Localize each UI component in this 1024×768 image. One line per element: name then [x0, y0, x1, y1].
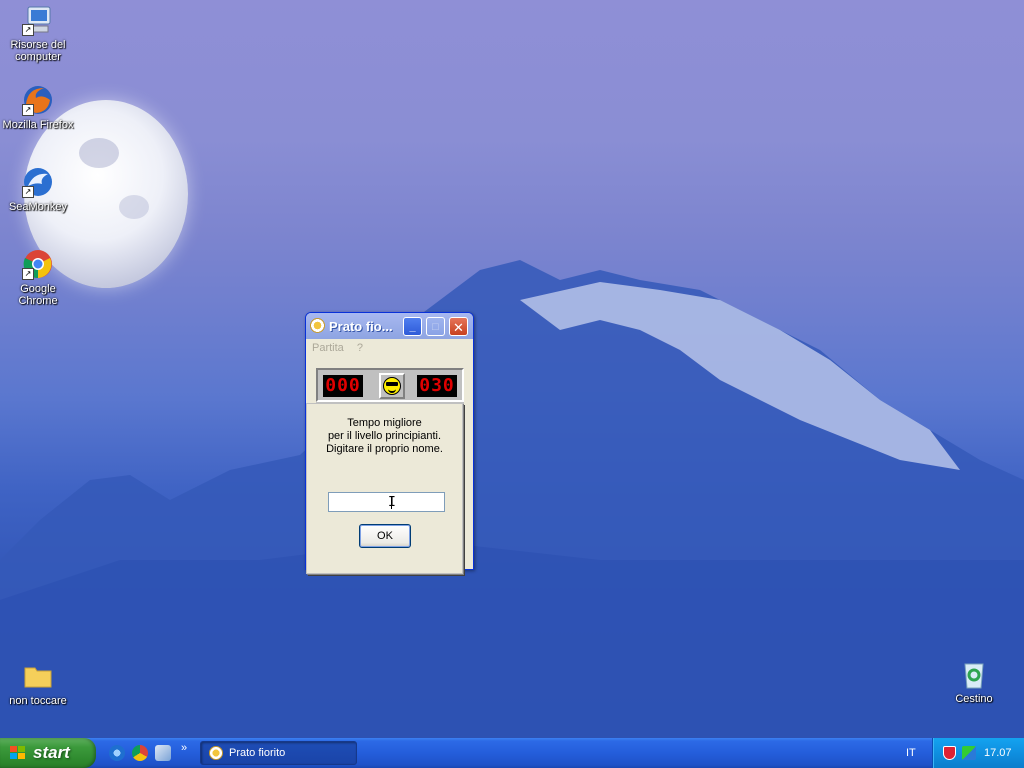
chrome-quicklaunch-icon[interactable] [132, 745, 148, 761]
minimize-button[interactable]: _ [403, 317, 422, 336]
my-computer-icon: ↗ [22, 4, 54, 36]
flower-icon [209, 746, 223, 760]
close-icon: ✕ [453, 320, 464, 335]
desktop-icon-firefox[interactable]: ↗ Mozilla Firefox [0, 84, 76, 131]
desktop-icon-label: Risorse del [10, 39, 66, 51]
taskbar-button-prato-fiorito[interactable]: Prato fiorito [200, 741, 357, 765]
start-label: start [33, 743, 70, 762]
taskbar-button-label: Prato fiorito [229, 747, 286, 759]
clock[interactable]: 17.07 [984, 738, 1012, 768]
show-desktop-icon[interactable] [155, 745, 171, 761]
system-tray: 17.07 [932, 738, 1024, 768]
menu-bar: Partita ? [306, 339, 473, 357]
desktop-icon-chrome[interactable]: ↗ Google Chrome [0, 248, 76, 307]
desktop-icon-label: computer [15, 51, 61, 63]
network-icon[interactable] [962, 746, 976, 760]
quicklaunch-more-icon[interactable]: » [181, 742, 187, 754]
menu-help[interactable]: ? [357, 342, 363, 354]
window-title: Prato fio... [329, 319, 393, 334]
dialog-message-line: Tempo migliore [347, 417, 422, 429]
ok-button[interactable]: OK [359, 524, 411, 548]
timer-counter: 030 [417, 375, 457, 397]
desktop-icon-folder[interactable]: non toccare [0, 660, 76, 707]
minimize-icon: _ [409, 321, 416, 333]
game-status-panel: 000 030 [316, 368, 464, 402]
dialog-message: Tempo migliore per il livello principian… [307, 404, 462, 456]
maximize-icon: □ [432, 321, 439, 333]
new-game-button[interactable] [379, 373, 405, 399]
language-indicator[interactable]: IT [906, 738, 916, 768]
desktop-icon-label: Mozilla Firefox [2, 119, 74, 131]
security-shield-icon[interactable] [943, 746, 956, 760]
mountain-silhouette [0, 260, 1024, 768]
dialog-message-line: per il livello principianti. [327, 430, 442, 442]
close-button[interactable]: ✕ [449, 317, 468, 336]
cool-smiley-icon [383, 377, 401, 395]
best-time-dialog: Tempo migliore per il livello principian… [306, 403, 463, 574]
desktop-icon-label: Google Chrome [18, 283, 58, 307]
menu-partita[interactable]: Partita [312, 342, 344, 354]
window-titlebar[interactable]: Prato fio... _ □ ✕ [306, 313, 473, 339]
shortcut-arrow-icon: ↗ [22, 24, 34, 36]
desktop-icon-recycle-bin[interactable]: Cestino [936, 658, 1012, 705]
taskbar: start » Prato fiorito IT 17.07 [0, 738, 1024, 768]
chrome-icon: ↗ [22, 248, 54, 280]
desktop-icon-seamonkey[interactable]: ↗ SeaMonkey [0, 166, 76, 213]
shortcut-arrow-icon: ↗ [22, 268, 34, 280]
desktop-wallpaper [0, 0, 1024, 768]
start-button[interactable]: start [0, 738, 96, 768]
firefox-icon: ↗ [22, 84, 54, 116]
seamonkey-icon: ↗ [22, 166, 54, 198]
desktop-icon-label: Cestino [955, 693, 993, 705]
shortcut-arrow-icon: ↗ [22, 186, 34, 198]
name-input[interactable] [328, 492, 445, 512]
folder-icon [22, 660, 54, 692]
mine-counter: 000 [323, 375, 363, 397]
recycle-bin-icon [958, 658, 990, 690]
flower-icon [310, 318, 325, 333]
desktop-icon-label: non toccare [9, 695, 67, 707]
windows-logo-icon [10, 746, 26, 760]
desktop-icon-label: SeaMonkey [8, 201, 68, 213]
text-cursor-icon [388, 495, 398, 510]
shortcut-arrow-icon: ↗ [22, 104, 34, 116]
maximize-button: □ [426, 317, 445, 336]
dialog-message-line: Digitare il proprio nome. [326, 443, 443, 455]
desktop-icon-my-computer[interactable]: ↗ Risorse del computer [0, 4, 76, 63]
internet-explorer-icon[interactable] [109, 745, 125, 761]
